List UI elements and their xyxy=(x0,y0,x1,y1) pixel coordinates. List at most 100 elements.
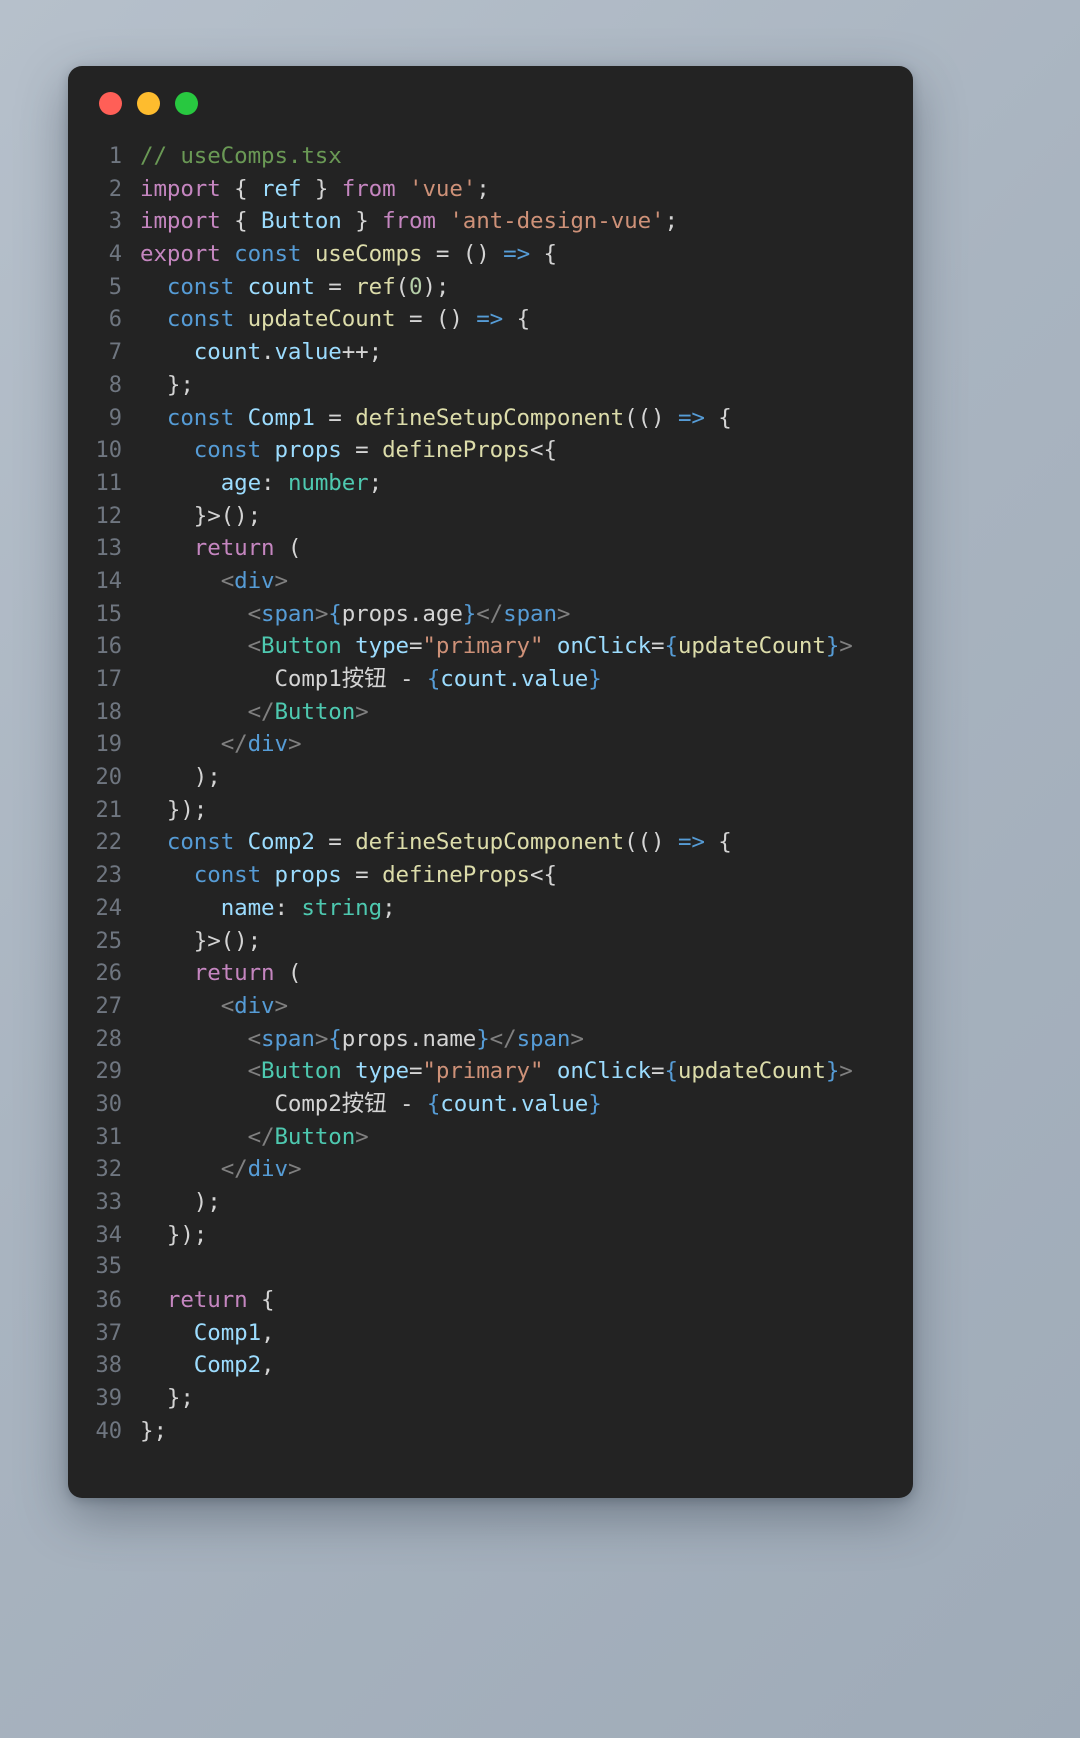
code-token: > xyxy=(314,600,329,627)
code-line[interactable]: 18 </Button> xyxy=(68,696,913,729)
code-line[interactable]: 21 }); xyxy=(68,794,913,827)
code-token: ( xyxy=(395,273,410,300)
code-token: props xyxy=(341,1025,409,1052)
code-token: { xyxy=(247,1287,275,1314)
line-number: 18 xyxy=(95,699,123,725)
code-line[interactable]: 24 name: string; xyxy=(68,892,913,925)
code-line[interactable]: 2 import { ref } from 'vue'; xyxy=(68,173,913,206)
code-line[interactable]: 7 count.value++; xyxy=(68,336,913,369)
line-number: 11 xyxy=(95,470,123,496)
code-line[interactable]: 26 return ( xyxy=(68,957,913,990)
code-line[interactable]: 11 age: number; xyxy=(68,467,913,500)
line-number: 37 xyxy=(95,1320,123,1346)
code-token: }; xyxy=(140,371,194,398)
code-token: Comp2 xyxy=(193,1352,262,1379)
line-number: 8 xyxy=(108,372,122,398)
code-line[interactable]: 33 ); xyxy=(68,1186,913,1219)
code-token: = xyxy=(651,1058,665,1085)
minimize-dot[interactable] xyxy=(137,91,160,115)
code-line[interactable]: 27 <div> xyxy=(68,990,913,1023)
code-token: } xyxy=(355,208,369,235)
code-line-content: const props = defineProps<{ xyxy=(140,434,557,467)
code-token: = xyxy=(328,829,342,856)
code-line[interactable]: 31 </Button> xyxy=(68,1121,913,1154)
code-line[interactable]: 37 Comp1, xyxy=(68,1317,913,1350)
close-dot[interactable] xyxy=(99,91,122,115)
code-token: > xyxy=(274,567,288,594)
code-token: ; xyxy=(664,208,678,235)
code-token: ++; xyxy=(341,339,383,366)
code-line[interactable]: 15 <span>{props.age}</span> xyxy=(68,598,913,631)
code-token: const xyxy=(166,404,235,431)
code-token: { xyxy=(664,633,678,660)
code-line[interactable]: 12 }>(); xyxy=(68,500,913,533)
code-token: const xyxy=(193,437,262,464)
line-number: 29 xyxy=(95,1059,123,1085)
code-token: > xyxy=(556,600,571,627)
code-line[interactable]: 13 return ( xyxy=(68,532,913,565)
code-line[interactable]: 25 }>(); xyxy=(68,925,913,958)
code-line[interactable]: 10 const props = defineProps<{ xyxy=(68,434,913,467)
code-token: updateCount xyxy=(247,306,396,333)
line-number: 35 xyxy=(95,1254,123,1280)
code-line[interactable]: 39 }; xyxy=(68,1382,913,1415)
code-token: > xyxy=(355,1123,369,1150)
code-line[interactable]: 34 }); xyxy=(68,1219,913,1252)
code-token: }); xyxy=(140,796,208,823)
window-titlebar xyxy=(68,66,913,140)
code-token: { xyxy=(426,666,441,692)
code-token: span xyxy=(503,600,557,627)
code-line[interactable]: 6 const updateCount = () => { xyxy=(68,303,913,336)
code-token: => xyxy=(677,404,705,431)
code-line-content: return ( xyxy=(140,957,302,990)
code-token: ); xyxy=(140,1189,221,1215)
code-line[interactable]: 38 Comp2, xyxy=(68,1349,913,1382)
code-token: count.value xyxy=(440,666,589,692)
code-line[interactable]: 9 const Comp1 = defineSetupComponent(() … xyxy=(68,402,913,435)
code-line-content: Comp1, xyxy=(140,1317,275,1350)
code-line[interactable]: 30 Comp2按钮 - {count.value} xyxy=(68,1088,913,1121)
code-token: div xyxy=(247,1156,288,1183)
code-line[interactable]: 16 <Button type="primary" onClick={updat… xyxy=(68,630,913,663)
code-line[interactable]: 1 // useComps.tsx xyxy=(68,140,913,173)
code-line[interactable]: 8 }; xyxy=(68,369,913,402)
code-token: } xyxy=(476,1025,490,1052)
code-line[interactable]: 4 export const useComps = () => { xyxy=(68,238,913,271)
code-line[interactable]: 36 return { xyxy=(68,1284,913,1317)
code-line[interactable]: 40}; xyxy=(68,1415,913,1448)
maximize-dot[interactable] xyxy=(175,91,198,115)
code-line[interactable]: 22 const Comp2 = defineSetupComponent(()… xyxy=(68,826,913,859)
code-line[interactable]: 20 ); xyxy=(68,761,913,794)
code-line[interactable]: 5 const count = ref(0); xyxy=(68,271,913,304)
code-token: }>(); xyxy=(140,502,262,529)
code-line[interactable]: 35 xyxy=(68,1251,913,1284)
code-line-content: Comp1按钮 - {count.value} xyxy=(140,663,601,696)
code-line[interactable]: 32 </div> xyxy=(68,1153,913,1186)
code-token: age xyxy=(422,600,463,627)
code-line[interactable]: 14 <div> xyxy=(68,565,913,598)
code-line-content: Comp2, xyxy=(140,1349,275,1382)
code-line-content: }; xyxy=(140,369,194,402)
code-token: onClick xyxy=(556,1058,652,1085)
code-token: } xyxy=(462,600,477,627)
code-line-content: </Button> xyxy=(140,696,369,729)
code-line[interactable]: 19 </div> xyxy=(68,728,913,761)
code-line[interactable]: 23 const props = defineProps<{ xyxy=(68,859,913,892)
code-line[interactable]: 17 Comp1按钮 - {count.value} xyxy=(68,663,913,696)
code-line[interactable]: 29 <Button type="primary" onClick={updat… xyxy=(68,1055,913,1088)
code-line[interactable]: 3 import { Button } from 'ant-design-vue'… xyxy=(68,205,913,238)
code-editor-body[interactable]: 1 // useComps.tsx 2 import { ref } from 'vu… xyxy=(68,140,913,1448)
code-line[interactable]: 28 <span>{props.name}</span> xyxy=(68,1023,913,1056)
